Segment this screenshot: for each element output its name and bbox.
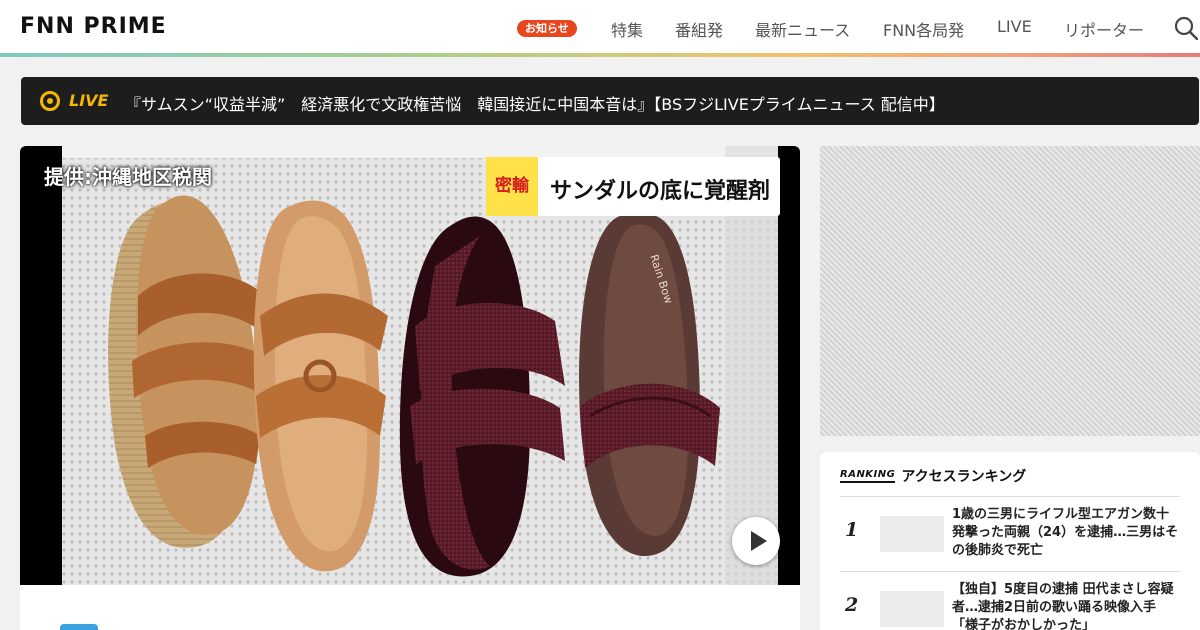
rank-number: 1 bbox=[845, 519, 859, 541]
nav-features[interactable]: 特集 bbox=[611, 17, 643, 41]
main-article-card: Rain Bow 提供:沖縄地区税関 密輸 サンダルの底に覚醒剤 bbox=[20, 146, 800, 630]
caption-source: 提供:沖縄地区税関 bbox=[44, 165, 212, 189]
ranking-logo: RANKING bbox=[840, 469, 896, 483]
nav-programs[interactable]: 番組発 bbox=[675, 17, 723, 41]
category-tag bbox=[60, 624, 98, 630]
header-accent-line bbox=[0, 53, 1200, 57]
video-thumbnail[interactable]: Rain Bow 提供:沖縄地区税関 密輸 サンダルの底に覚醒剤 bbox=[20, 146, 800, 585]
ranking-title: アクセスランキング bbox=[901, 469, 1027, 485]
ranking-item[interactable]: 1 1歳の三男にライフル型エアガン数十発撃った両親（24）を逮捕…三男はその後肺… bbox=[840, 496, 1180, 570]
rank-headline[interactable]: 【独自】5度目の逮捕 田代まさし容疑者…逮捕2日前の歌い踊る映像入手「様子がおか… bbox=[952, 581, 1182, 630]
rank-thumbnail[interactable] bbox=[880, 516, 944, 552]
nav-fnn-stations[interactable]: FNN各局発 bbox=[883, 17, 964, 41]
play-icon bbox=[751, 531, 767, 551]
access-ranking-panel: RANKING アクセスランキング 1 1歳の三男にライフル型エアガン数十発撃っ… bbox=[820, 452, 1200, 630]
live-headline[interactable]: 『サムスン“収益半減” 経済悪化で文政権苦悩 韓国接近に中国本音は』【BSフジL… bbox=[125, 91, 945, 115]
ranking-item[interactable]: 2 【独自】5度目の逮捕 田代まさし容疑者…逮捕2日前の歌い踊る映像入手「様子が… bbox=[840, 571, 1180, 630]
nav-latest-news[interactable]: 最新ニュース bbox=[755, 17, 850, 41]
ad-placeholder bbox=[820, 146, 1200, 436]
nav-reporter[interactable]: リポーター bbox=[1064, 17, 1144, 41]
site-logo[interactable]: FNN PRIME bbox=[20, 14, 167, 39]
caption-box: 密輸 サンダルの底に覚醒剤 bbox=[486, 157, 780, 216]
caption-title: サンダルの底に覚醒剤 bbox=[550, 179, 771, 204]
live-eye-icon bbox=[40, 91, 60, 111]
rank-headline[interactable]: 1歳の三男にライフル型エアガン数十発撃った両親（24）を逮捕…三男はその後肺炎で… bbox=[952, 506, 1182, 560]
caption-tag: 密輸 bbox=[486, 157, 538, 216]
site-header: FNN PRIME お知らせ 特集 番組発 最新ニュース FNN各局発 LIVE… bbox=[0, 0, 1200, 53]
rank-thumbnail[interactable] bbox=[880, 591, 944, 627]
rank-number: 2 bbox=[845, 594, 859, 616]
notice-badge[interactable]: お知らせ bbox=[517, 20, 577, 37]
live-label: LIVE bbox=[69, 91, 109, 110]
nav-live[interactable]: LIVE bbox=[997, 17, 1032, 36]
play-button[interactable] bbox=[732, 517, 780, 565]
search-icon[interactable] bbox=[1174, 16, 1198, 40]
live-banner[interactable]: LIVE 『サムスン“収益半減” 経済悪化で文政権苦悩 韓国接近に中国本音は』【… bbox=[21, 77, 1199, 125]
